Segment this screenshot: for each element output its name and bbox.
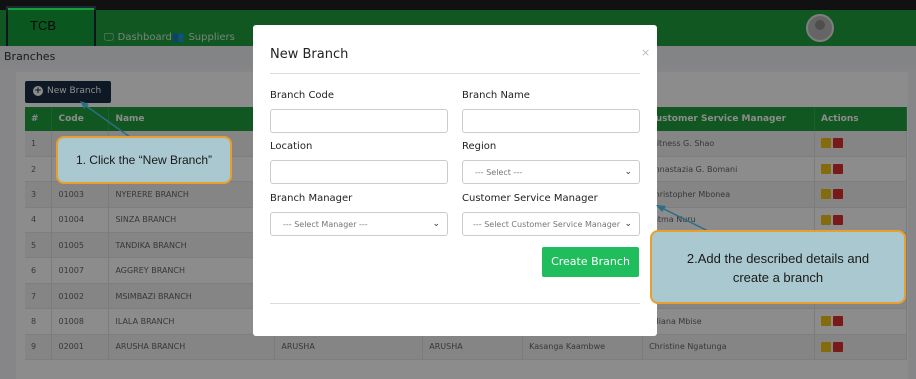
branch-code-label: Branch Code [270,90,335,101]
callout-step-2-line-2: create a branch [732,270,824,285]
branch-manager-select[interactable]: --- Select Manager --- ⌄ [270,212,448,236]
region-label: Region [462,141,497,152]
location-label: Location [270,141,313,152]
csm-select[interactable]: --- Select Customer Service Manager --- … [462,212,640,236]
callout-step-1: 1. Click the “New Branch” [56,136,232,184]
top-strip [0,0,916,10]
branch-code-input[interactable] [270,109,448,133]
branch-manager-label: Branch Manager [270,193,353,204]
modal-footer-divider [270,303,640,304]
callout-step-2-line-1: 2.Add the described details and [686,251,870,266]
modal-title: New Branch [270,47,349,62]
branch-name-input[interactable] [462,109,640,133]
close-icon[interactable]: × [641,46,650,59]
create-branch-button[interactable]: Create Branch [542,247,639,277]
callout-step-2: 2.Add the described details and create a… [650,230,906,304]
location-input[interactable] [270,160,448,184]
chevron-down-icon: ⌄ [624,167,632,177]
branch-name-label: Branch Name [462,90,530,101]
branch-manager-selected: --- Select Manager --- [283,220,368,229]
chevron-down-icon: ⌄ [432,219,440,229]
region-selected: --- Select --- [475,168,523,177]
csm-selected: --- Select Customer Service Manager --- [473,220,623,229]
modal-header-divider [270,73,640,74]
new-branch-modal: New Branch × Branch Code Branch Name Loc… [253,25,657,336]
region-select[interactable]: --- Select --- ⌄ [462,160,640,184]
chevron-down-icon: ⌄ [622,219,632,229]
csm-label: Customer Service Manager [462,193,598,204]
